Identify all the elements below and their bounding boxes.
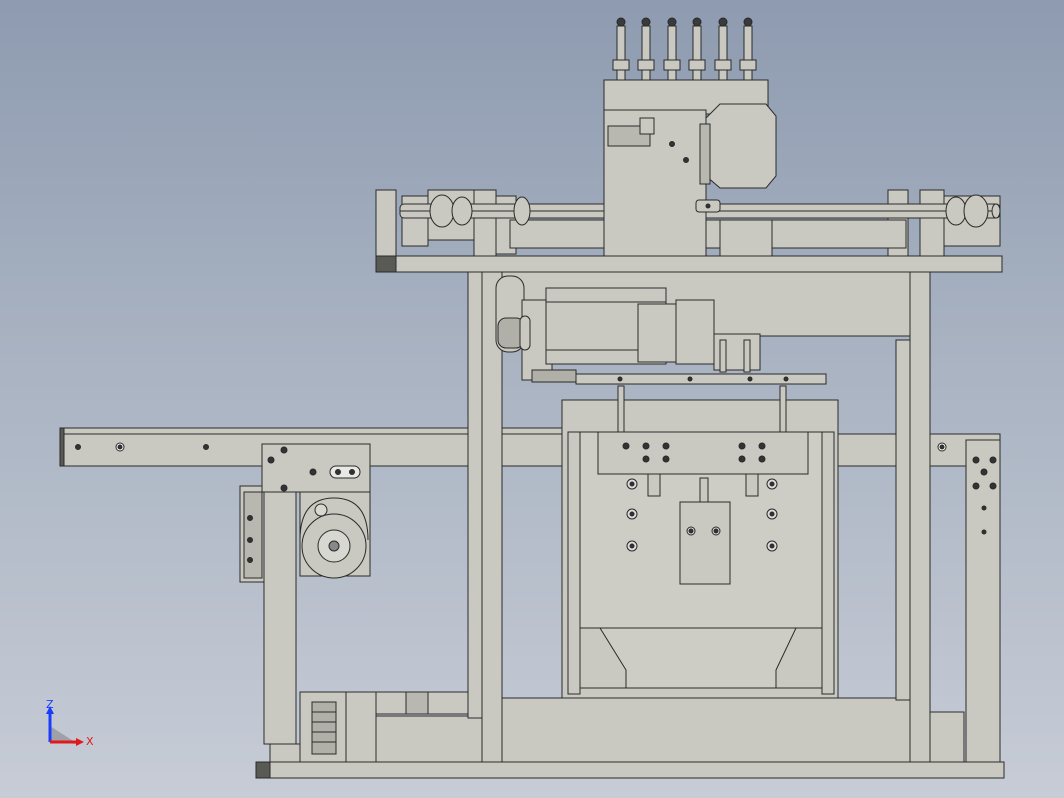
servo-motor-assembly	[495, 269, 911, 385]
machine-assembly-drawing	[59, 17, 1005, 779]
x-arrow-icon	[76, 738, 84, 746]
cad-viewport[interactable]: Z X	[0, 0, 1064, 798]
top-gripper-head	[603, 79, 777, 257]
triad-x-label: X	[86, 735, 94, 748]
pin-array	[612, 17, 757, 81]
triad-z-label: Z	[46, 698, 54, 711]
press-body	[561, 385, 839, 699]
